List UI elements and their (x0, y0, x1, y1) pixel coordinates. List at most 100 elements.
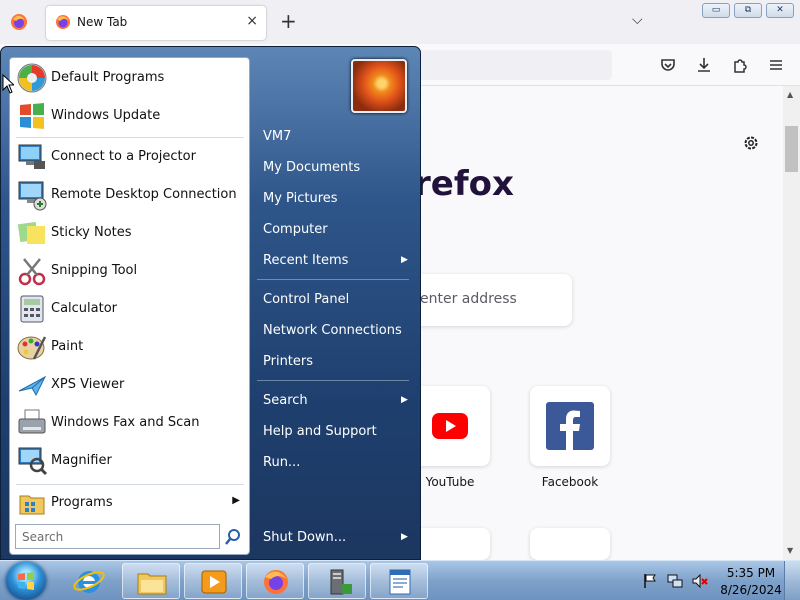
start-right-separator (257, 380, 409, 381)
facebook-icon (546, 402, 594, 450)
shortcut-label-facebook: Facebook (541, 475, 599, 489)
shut-down-arrow-icon[interactable]: ▶ (401, 532, 408, 542)
start-link-control-panel[interactable]: Control Panel (263, 292, 349, 307)
taskbar-file-explorer[interactable] (122, 563, 180, 599)
tab-close-icon[interactable]: × (246, 13, 258, 29)
action-center-flag-icon[interactable] (642, 573, 658, 589)
taskbar-wordpad[interactable] (370, 563, 428, 599)
clock-date[interactable]: 8/26/2024 (718, 583, 784, 597)
wordpad-icon (389, 569, 411, 595)
page-scrollbar[interactable]: ▲ ▼ (783, 86, 800, 560)
start-menu: Default Programs Windows Update Connect … (0, 46, 421, 560)
network-icon[interactable] (667, 573, 683, 589)
windows-update-icon (20, 103, 44, 129)
paint-icon (17, 336, 47, 360)
start-link-recent-items[interactable]: Recent Items (263, 253, 348, 268)
start-item-label: Paint (51, 339, 84, 354)
search-icon[interactable] (224, 528, 242, 546)
start-link-network-connections[interactable]: Network Connections (263, 323, 402, 338)
firefox-wordmark: refox (414, 164, 514, 204)
start-item-label: Windows Fax and Scan (51, 415, 200, 430)
start-item-default-programs[interactable]: Default Programs (14, 60, 248, 96)
mouse-cursor-icon (2, 74, 14, 94)
start-link-search[interactable]: Search (263, 393, 308, 408)
start-button[interactable] (6, 562, 46, 600)
user-account-picture[interactable] (351, 59, 407, 113)
volume-muted-icon[interactable] (692, 573, 708, 589)
scroll-thumb[interactable] (785, 126, 798, 172)
minimize-button[interactable]: ▭ (702, 3, 730, 18)
programs-folder-icon (19, 495, 45, 515)
restore-button[interactable]: ⧉ (734, 3, 762, 18)
close-window-button[interactable]: ✕ (766, 3, 794, 18)
start-item-label: Magnifier (51, 453, 112, 468)
sticky-notes-icon (17, 221, 45, 244)
fax-scan-icon (18, 409, 46, 434)
list-all-tabs-icon[interactable]: ⌵ (632, 12, 643, 28)
menu-icon[interactable] (767, 56, 785, 74)
shortcut-tile-twitter[interactable] (410, 528, 490, 560)
start-item-label: Connect to a Projector (51, 149, 196, 164)
pocket-icon[interactable] (659, 56, 677, 74)
start-item-sticky-notes[interactable]: Sticky Notes (14, 215, 248, 251)
start-item-xps-viewer[interactable]: XPS Viewer (14, 367, 248, 403)
tab-title: New Tab (77, 15, 128, 29)
start-link-printers[interactable]: Printers (263, 354, 313, 369)
settings-gear-icon[interactable] (742, 134, 760, 152)
magnifier-icon (18, 447, 48, 476)
all-programs-label: Programs (51, 495, 113, 510)
start-item-snipping-tool[interactable]: Snipping Tool (14, 253, 248, 289)
start-item-paint[interactable]: Paint (14, 329, 248, 365)
start-item-connect-projector[interactable]: Connect to a Projector (14, 139, 248, 175)
shortcut-tile-youtube[interactable] (410, 386, 490, 466)
start-link-vm7[interactable]: VM7 (263, 129, 291, 144)
default-programs-icon (17, 63, 47, 93)
snipping-tool-icon (18, 258, 46, 286)
shortcut-tile-facebook[interactable] (530, 386, 610, 466)
windows-logo-icon (18, 572, 34, 590)
start-item-label: Windows Update (51, 108, 161, 123)
taskbar-media-player[interactable] (184, 563, 242, 599)
show-desktop-button[interactable] (784, 561, 800, 600)
start-item-label: XPS Viewer (51, 377, 125, 392)
remote-desktop-icon (18, 181, 47, 211)
tab-new-tab[interactable]: New Tab × (46, 6, 266, 40)
new-tab-button[interactable]: + (280, 10, 297, 32)
internet-explorer-icon[interactable] (72, 565, 106, 597)
scroll-down-arrow-icon[interactable]: ▼ (787, 546, 793, 555)
start-item-fax-scan[interactable]: Windows Fax and Scan (14, 405, 248, 441)
start-item-magnifier[interactable]: Magnifier (14, 443, 248, 479)
start-link-run[interactable]: Run... (263, 455, 300, 470)
start-item-windows-update[interactable]: Windows Update (14, 98, 248, 134)
start-link-my-documents[interactable]: My Documents (263, 160, 360, 175)
download-icon[interactable] (695, 56, 713, 74)
extensions-icon[interactable] (731, 56, 749, 74)
start-search-placeholder: Search (22, 530, 64, 544)
start-item-calculator[interactable]: Calculator (14, 291, 248, 327)
start-item-label: Sticky Notes (51, 225, 132, 240)
shut-down-button[interactable]: Shut Down... (263, 530, 346, 545)
search-arrow-icon: ▶ (401, 395, 408, 405)
start-right-separator (257, 279, 409, 280)
taskbar-server-manager[interactable] (308, 563, 366, 599)
start-link-my-pictures[interactable]: My Pictures (263, 191, 338, 206)
clock-time[interactable]: 5:35 PM (726, 566, 776, 580)
firefox-view-icon[interactable] (10, 13, 28, 31)
scroll-up-arrow-icon[interactable]: ▲ (787, 90, 793, 99)
server-manager-icon (330, 569, 352, 595)
start-item-label: Calculator (51, 301, 118, 316)
start-item-programs[interactable]: Programs ▶ (14, 485, 248, 521)
start-item-remote-desktop[interactable]: Remote Desktop Connection (14, 177, 248, 213)
media-player-icon (201, 570, 227, 594)
youtube-icon (432, 413, 468, 439)
start-link-help-support[interactable]: Help and Support (263, 424, 377, 439)
taskbar-firefox[interactable] (246, 563, 304, 599)
calculator-icon (20, 295, 44, 323)
start-search-input[interactable]: Search (15, 524, 220, 549)
xps-viewer-icon (18, 375, 47, 397)
start-item-label: Default Programs (51, 70, 165, 85)
start-link-computer[interactable]: Computer (263, 222, 328, 237)
programs-arrow-icon: ▶ (232, 495, 240, 506)
address-search-box[interactable]: enter address (414, 274, 572, 326)
shortcut-tile-empty[interactable] (530, 528, 610, 560)
